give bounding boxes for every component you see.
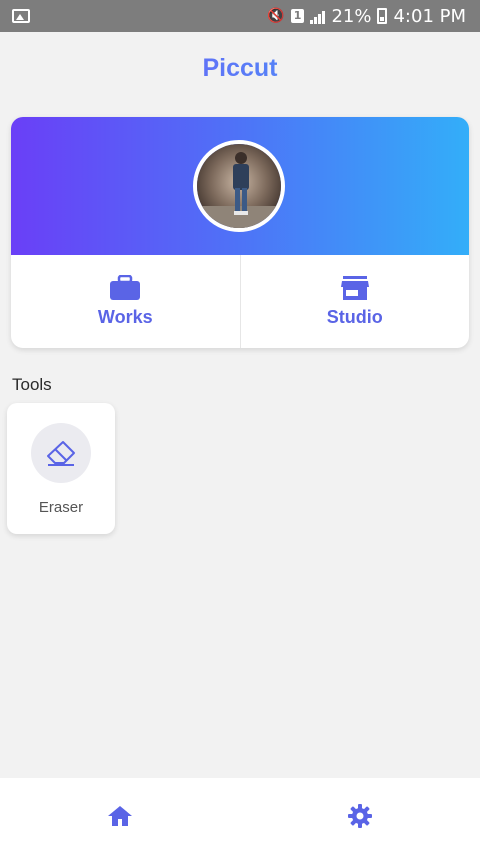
gallery-icon [12,9,30,23]
tools-section-title: Tools [12,375,52,394]
profile-card: Works Studio [11,117,469,348]
avatar[interactable] [193,140,285,232]
battery-percent: 21% [331,5,372,27]
avatar-photo [197,144,281,228]
status-bar: 🔇 1 21% 4:01 PM [0,0,480,32]
app-title: Piccut [0,54,480,83]
profile-banner [11,117,469,255]
battery-icon [377,8,388,24]
home-icon [108,805,132,826]
eraser-tool-card[interactable]: Eraser [7,403,115,534]
nav-settings[interactable] [240,778,480,853]
nav-home[interactable] [0,778,240,853]
storefront-icon [340,276,369,300]
settings-icon [348,803,372,828]
works-label: Works [97,307,153,327]
eraser-label: Eraser [38,499,84,516]
status-time: 4:01 PM [393,5,466,27]
bottom-nav [0,778,480,853]
eraser-icon-container [31,423,91,483]
eraser-icon [47,441,75,466]
signal-icon [310,8,326,24]
studio-button[interactable]: Studio [239,255,470,348]
mute-icon: 🔇 [267,8,285,24]
works-button[interactable]: Works [11,255,240,348]
studio-label: Studio [326,307,383,327]
briefcase-icon [110,275,141,300]
sim-icon: 1 [290,9,305,23]
